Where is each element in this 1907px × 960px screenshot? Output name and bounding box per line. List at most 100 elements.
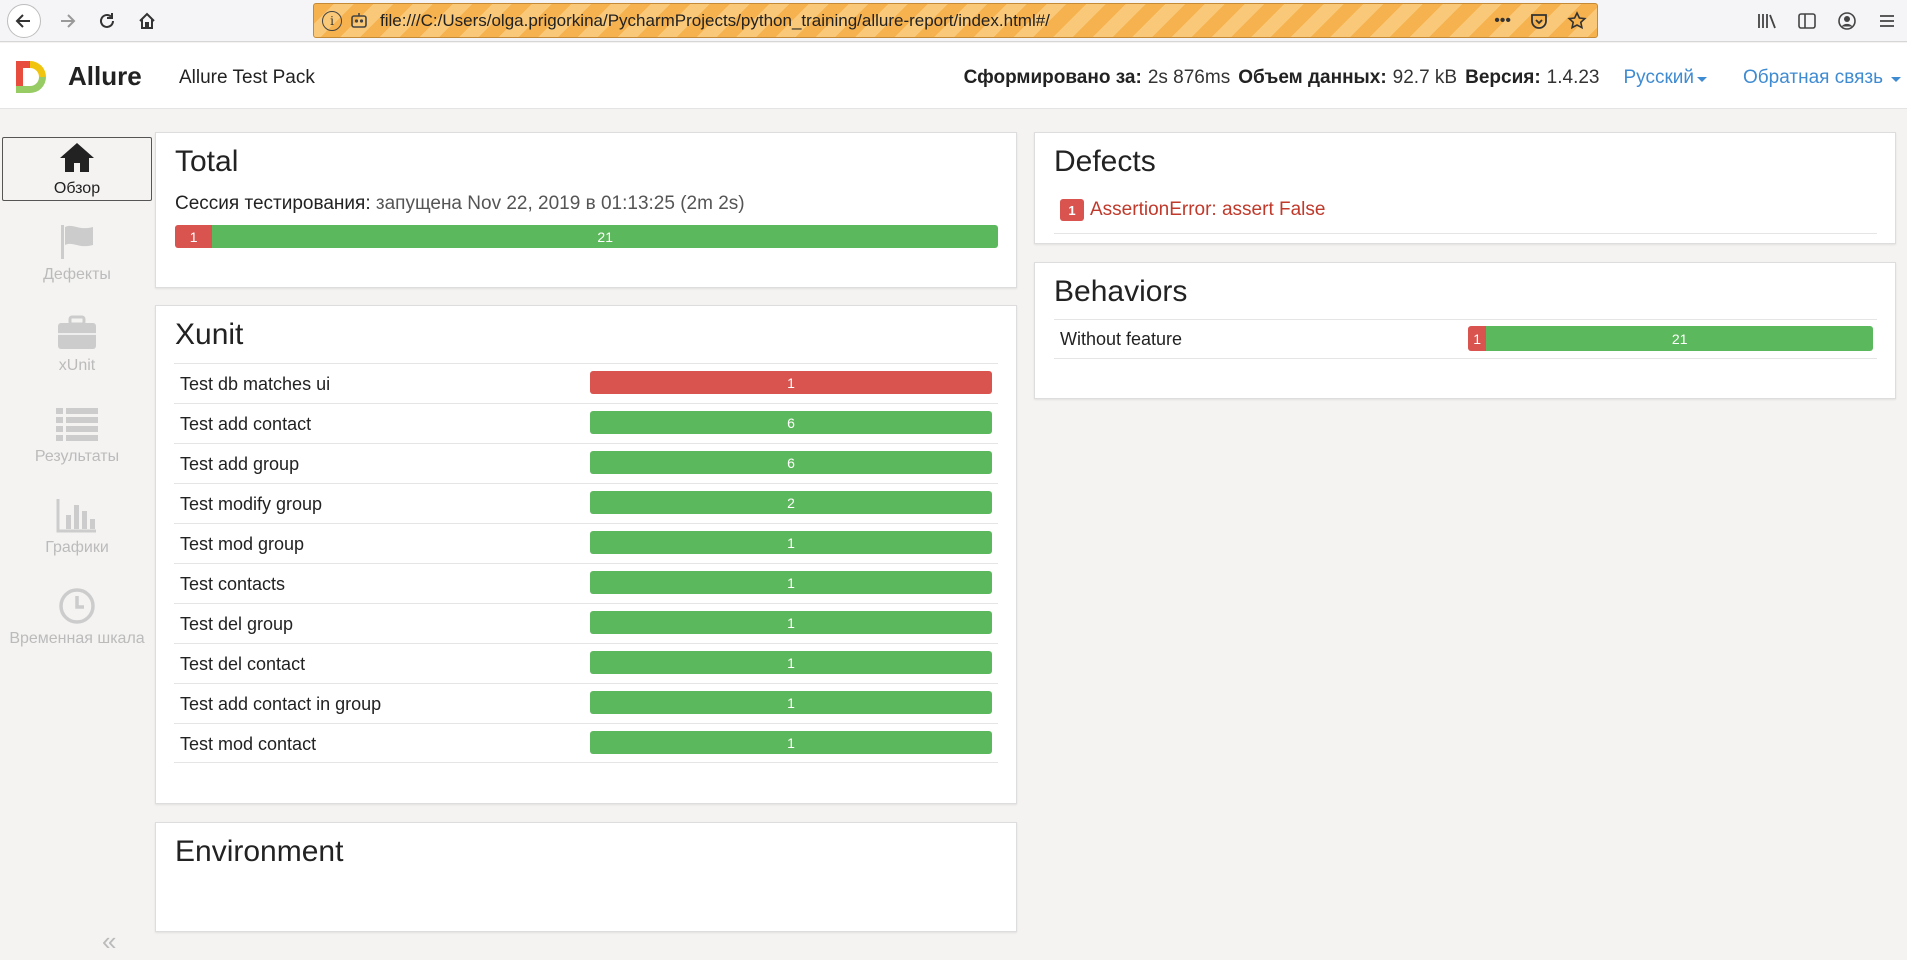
browser-toolbar: i file:///C:/Users/olga.prigorkina/Pycha… [0, 0, 1907, 42]
table-row[interactable]: Test add contact in group 1 [174, 683, 998, 723]
bar-chart-icon [55, 495, 99, 535]
collapse-sidebar-icon[interactable]: « [102, 926, 116, 957]
star-icon[interactable] [1567, 10, 1587, 31]
failed-segment[interactable]: 1 [590, 371, 992, 394]
defect-item[interactable]: 1 AssertionError: assert False [1060, 199, 1325, 221]
passed-segment[interactable]: 1 [590, 691, 992, 714]
passed-segment[interactable]: 21 [1486, 326, 1873, 351]
sidebar-toggle-icon[interactable] [1787, 1, 1827, 41]
reload-icon [100, 13, 114, 28]
defect-count-badge: 1 [1060, 199, 1084, 221]
pocket-icon[interactable] [1529, 11, 1549, 31]
behavior-name: Without feature [1060, 329, 1183, 349]
passed-segment[interactable]: 1 [590, 611, 992, 634]
url-text[interactable]: file:///C:/Users/olga.prigorkina/Pycharm… [380, 11, 1050, 31]
test-name: Test contacts [180, 574, 286, 594]
generated-label: Сформировано за: [963, 67, 1142, 88]
table-row[interactable]: Test del group 1 [174, 603, 998, 643]
behavior-status-bar[interactable]: 1 21 [1468, 326, 1873, 351]
table-row[interactable]: Test contacts 1 [174, 563, 998, 603]
brand-name[interactable]: Allure [68, 61, 142, 92]
menu-icon[interactable] [1867, 1, 1907, 41]
test-status-bar[interactable]: 1 [590, 611, 992, 634]
table-row[interactable]: Test add contact 6 [174, 403, 998, 443]
table-row[interactable]: Test mod contact 1 [174, 723, 998, 763]
passed-segment[interactable]: 1 [590, 651, 992, 674]
url-bar[interactable]: i file:///C:/Users/olga.prigorkina/Pycha… [313, 3, 1598, 38]
table-row[interactable]: Test add group 6 [174, 443, 998, 483]
test-status-bar[interactable]: 1 [590, 371, 992, 394]
reload-button[interactable] [90, 4, 124, 38]
test-status-bar[interactable]: 1 [590, 571, 992, 594]
failed-segment[interactable]: 1 [1468, 326, 1487, 351]
table-row[interactable]: Test db matches ui 1 [174, 363, 998, 403]
status-count: 6 [787, 454, 795, 471]
status-count: 1 [787, 574, 795, 591]
test-status-bar[interactable]: 6 [590, 451, 992, 474]
generated-value: 2s 876ms [1147, 67, 1231, 88]
xunit-table: Test db matches ui 1 Test add contact 6 Test… [174, 363, 998, 763]
version-value: 1.4.23 [1546, 67, 1600, 88]
table-row[interactable]: Test mod group 1 [174, 523, 998, 563]
clock-icon [55, 586, 99, 626]
info-icon[interactable]: i [322, 10, 342, 31]
allure-logo-icon[interactable] [12, 57, 52, 97]
sidebar-item-xunit[interactable]: xUnit [2, 313, 152, 377]
table-row[interactable]: Test modify group 2 [174, 483, 998, 523]
sidebar-item-label: Обзор [53, 180, 101, 197]
sidebar-item-graphs[interactable]: Графики [2, 495, 152, 559]
total-widget: Total Сессия тестирования: запущена Nov … [155, 132, 1017, 288]
xunit-title: Xunit [175, 318, 244, 351]
passed-segment[interactable]: 6 [590, 411, 992, 434]
environment-title: Environment [175, 835, 344, 868]
test-status-bar[interactable]: 1 [590, 651, 992, 674]
passed-segment[interactable]: 2 [590, 491, 992, 514]
test-status-bar[interactable]: 2 [590, 491, 992, 514]
test-name: Test add group [180, 454, 300, 474]
test-status-bar[interactable]: 6 [590, 411, 992, 434]
status-count: 1 [787, 694, 795, 711]
failed-segment[interactable]: 1 [175, 225, 213, 248]
briefcase-icon [55, 313, 99, 353]
behavior-row[interactable]: Without feature 1 21 [1054, 319, 1877, 359]
language-dropdown[interactable]: Русский [1623, 67, 1707, 89]
account-icon[interactable] [1827, 1, 1867, 41]
home-button[interactable] [130, 4, 164, 38]
total-status-bar[interactable]: 1 21 [175, 225, 998, 248]
sidebar-item-timeline[interactable]: Временная шкала [2, 586, 152, 650]
sidebar-item-label: Результаты [34, 448, 120, 465]
table-row[interactable]: Test del contact 1 [174, 643, 998, 683]
arrow-left-icon [15, 14, 30, 28]
feedback-dropdown[interactable]: Обратная связь [1743, 67, 1901, 89]
test-status-bar[interactable]: 1 [590, 691, 992, 714]
report-meta: Сформировано за: 2s 876ms Объем данных: … [964, 67, 1907, 89]
test-name: Test mod contact [180, 734, 317, 754]
passed-segment[interactable]: 6 [590, 451, 992, 474]
test-status-bar[interactable]: 1 [590, 731, 992, 754]
back-button[interactable] [7, 4, 41, 38]
report-name: Allure Test Pack [179, 67, 315, 88]
sidebar-item-label: Дефекты [43, 266, 111, 283]
sidebar-item-results[interactable]: Результаты [2, 404, 152, 468]
passed-segment[interactable]: 21 [212, 225, 998, 248]
test-name: Test add contact in group [180, 694, 382, 714]
language-label: Русский [1623, 67, 1695, 88]
defect-text[interactable]: AssertionError: assert False [1090, 199, 1325, 221]
test-status-bar[interactable]: 1 [590, 531, 992, 554]
library-icon[interactable] [1747, 1, 1787, 41]
passed-segment[interactable]: 1 [590, 531, 992, 554]
sidebar-item-overview[interactable]: Обзор [2, 137, 152, 201]
passed-segment[interactable]: 1 [590, 731, 992, 754]
sidebar-item-label: Графики [45, 539, 109, 556]
xunit-widget: Xunit Test db matches ui 1 Test add contac… [155, 305, 1017, 804]
sidebar: Обзор Дефекты xUnit Результаты Графики В… [0, 110, 154, 960]
passed-segment[interactable]: 1 [590, 571, 992, 594]
status-count: 1 [787, 374, 795, 391]
sidebar-item-defects[interactable]: Дефекты [2, 222, 152, 286]
failed-count: 1 [189, 228, 198, 245]
more-actions-icon[interactable]: ••• [1494, 12, 1511, 30]
size-value: 92.7 kB [1392, 67, 1458, 88]
forward-button[interactable] [50, 4, 84, 38]
test-name: Test db matches ui [180, 374, 331, 394]
arrow-right-icon [61, 14, 76, 28]
